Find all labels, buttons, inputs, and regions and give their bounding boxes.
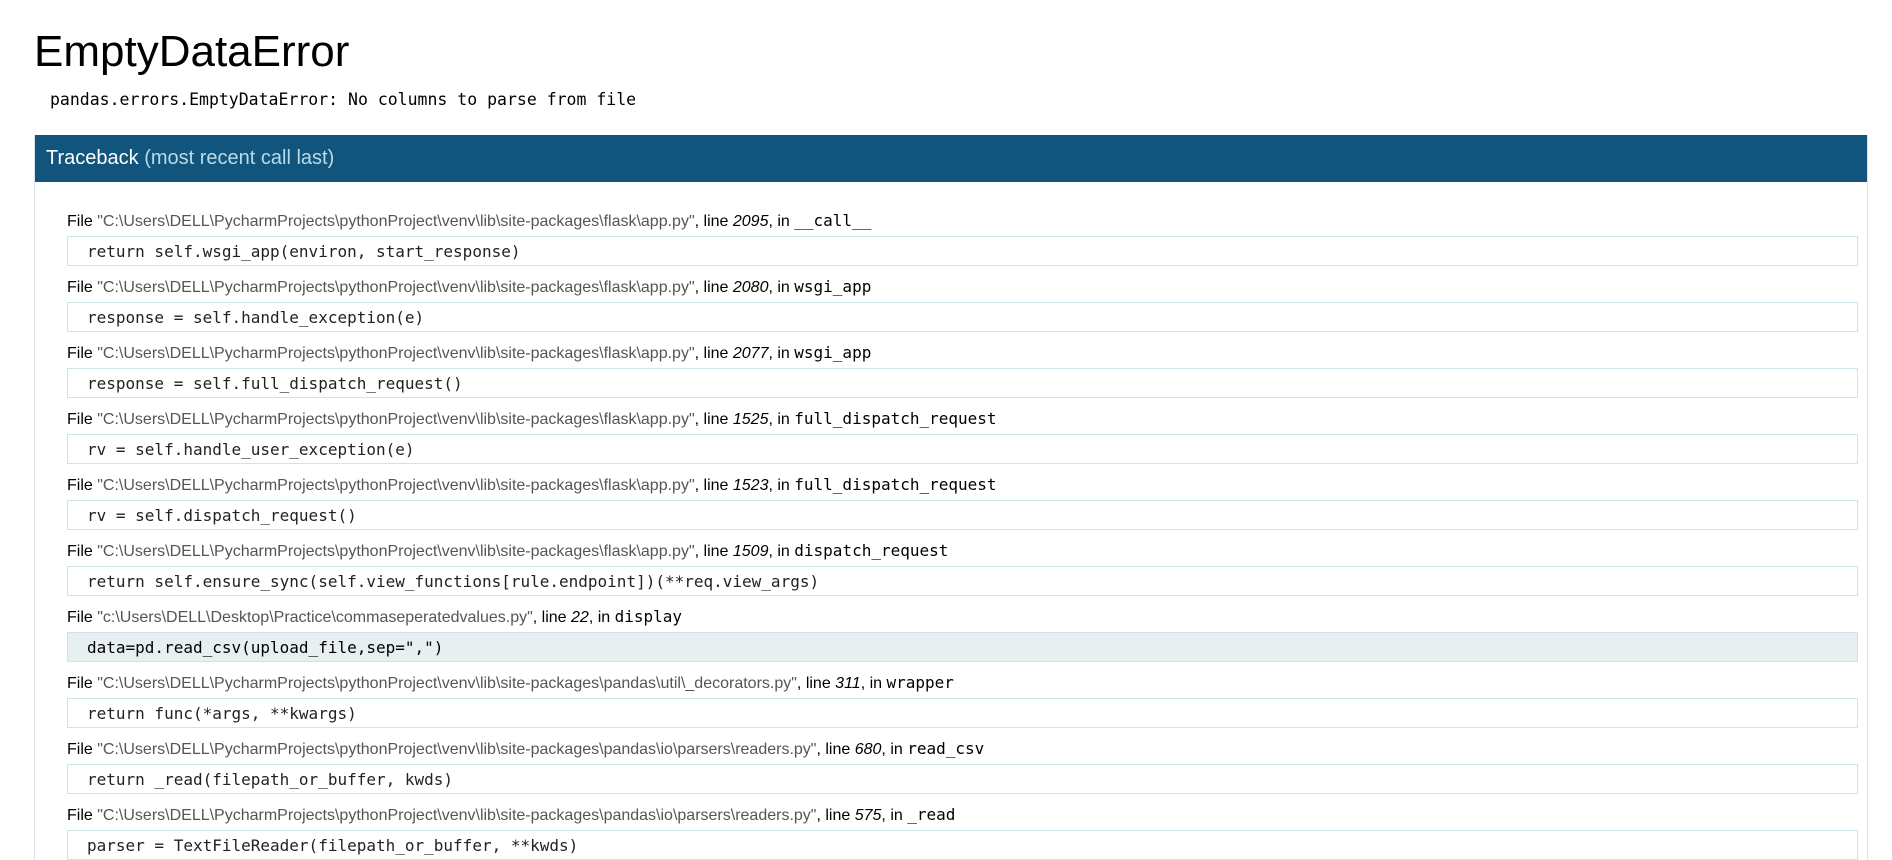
- frame-file-prefix: File: [67, 543, 98, 560]
- frame-source[interactable]: return self.wsgi_app(environ, start_resp…: [67, 236, 1858, 266]
- frame-line-label: , line: [694, 345, 733, 362]
- frame-file-prefix: File: [67, 345, 98, 362]
- frame-line-number: 1523: [732, 477, 769, 494]
- frame-file-path: "C:\Users\DELL\PycharmProjects\pythonPro…: [97, 279, 695, 296]
- frame-file-path: "C:\Users\DELL\PycharmProjects\pythonPro…: [97, 345, 695, 362]
- traceback-frame: File "C:\Users\DELL\PycharmProjects\pyth…: [67, 805, 1858, 860]
- frame-line-number: 1509: [732, 543, 769, 560]
- frame-file-path: "C:\Users\DELL\PycharmProjects\pythonPro…: [97, 741, 817, 758]
- frame-in-label: , in: [860, 675, 887, 692]
- frame-header: File "C:\Users\DELL\PycharmProjects\pyth…: [67, 739, 1855, 759]
- frame-line-number: 2077: [732, 345, 769, 362]
- frame-function-name: wsgi_app: [794, 343, 872, 362]
- frame-file-path: "C:\Users\DELL\PycharmProjects\pythonPro…: [97, 477, 695, 494]
- frame-line-number: 680: [854, 741, 882, 758]
- frame-source[interactable]: response = self.full_dispatch_request(): [67, 368, 1858, 398]
- traceback-frame: File "C:\Users\DELL\PycharmProjects\pyth…: [67, 409, 1858, 475]
- frame-file-path: "C:\Users\DELL\PycharmProjects\pythonPro…: [97, 543, 695, 560]
- traceback-frame: File "C:\Users\DELL\PycharmProjects\pyth…: [67, 343, 1858, 409]
- traceback-frame: File "C:\Users\DELL\PycharmProjects\pyth…: [67, 739, 1858, 805]
- frame-file-prefix: File: [67, 807, 98, 824]
- traceback-frames: File "C:\Users\DELL\PycharmProjects\pyth…: [35, 182, 1867, 860]
- frame-in-label: , in: [768, 213, 795, 230]
- traceback-header-sub: (most recent call last): [144, 147, 335, 169]
- traceback-header-label: Traceback: [46, 147, 139, 169]
- frame-in-label: , in: [881, 741, 908, 758]
- frame-file-path: "C:\Users\DELL\PycharmProjects\pythonPro…: [97, 675, 797, 692]
- frame-header: File "C:\Users\DELL\PycharmProjects\pyth…: [67, 277, 1855, 297]
- frame-header: File "C:\Users\DELL\PycharmProjects\pyth…: [67, 805, 1855, 825]
- frame-in-label: , in: [768, 345, 795, 362]
- frame-line-label: , line: [694, 477, 733, 494]
- frame-file-path: "c:\Users\DELL\Desktop\Practice\commasep…: [97, 609, 533, 626]
- page-title: EmptyDataError: [34, 27, 350, 76]
- frame-line-label: , line: [816, 807, 855, 824]
- debugger-page: EmptyDataError pandas.errors.EmptyDataEr…: [34, 0, 1868, 860]
- frame-in-label: , in: [768, 543, 795, 560]
- frame-in-label: , in: [768, 477, 795, 494]
- frame-function-name: __call__: [794, 211, 872, 230]
- traceback-header[interactable]: Traceback (most recent call last): [35, 135, 1867, 182]
- error-message: pandas.errors.EmptyDataError: No columns…: [50, 90, 637, 109]
- frame-in-label: , in: [768, 411, 795, 428]
- frame-line-label: , line: [694, 543, 733, 560]
- traceback-frame: File "c:\Users\DELL\Desktop\Practice\com…: [67, 607, 1858, 673]
- frame-file-path: "C:\Users\DELL\PycharmProjects\pythonPro…: [97, 213, 695, 230]
- frame-line-number: 575: [854, 807, 882, 824]
- frame-line-number: 2080: [732, 279, 769, 296]
- frame-header: File "C:\Users\DELL\PycharmProjects\pyth…: [67, 673, 1855, 693]
- frame-source[interactable]: response = self.handle_exception(e): [67, 302, 1858, 332]
- frame-file-prefix: File: [67, 477, 98, 494]
- frame-line-number: 2095: [732, 213, 769, 230]
- frame-header: File "C:\Users\DELL\PycharmProjects\pyth…: [67, 409, 1855, 429]
- frame-function-name: full_dispatch_request: [794, 409, 997, 428]
- frame-header: File "C:\Users\DELL\PycharmProjects\pyth…: [67, 475, 1855, 495]
- frame-line-number: 311: [835, 675, 861, 692]
- frame-file-prefix: File: [67, 411, 98, 428]
- traceback-frame: File "C:\Users\DELL\PycharmProjects\pyth…: [67, 541, 1858, 607]
- frame-function-name: dispatch_request: [794, 541, 949, 560]
- frame-function-name: full_dispatch_request: [794, 475, 997, 494]
- frame-line-label: , line: [694, 279, 733, 296]
- frame-line-label: , line: [694, 411, 733, 428]
- frame-source[interactable]: rv = self.handle_user_exception(e): [67, 434, 1858, 464]
- traceback-panel: Traceback (most recent call last) File "…: [34, 135, 1868, 860]
- frame-file-path: "C:\Users\DELL\PycharmProjects\pythonPro…: [97, 411, 695, 428]
- frame-file-prefix: File: [67, 675, 98, 692]
- frame-line-label: , line: [816, 741, 855, 758]
- frame-in-label: , in: [881, 807, 908, 824]
- frame-header: File "C:\Users\DELL\PycharmProjects\pyth…: [67, 541, 1855, 561]
- frame-function-name: wrapper: [886, 673, 954, 692]
- frame-file-prefix: File: [67, 741, 98, 758]
- traceback-frame: File "C:\Users\DELL\PycharmProjects\pyth…: [67, 475, 1858, 541]
- frame-source-current[interactable]: data=pd.read_csv(upload_file,sep=","): [67, 632, 1858, 662]
- frame-line-number: 22: [571, 609, 589, 626]
- frame-header: File "c:\Users\DELL\Desktop\Practice\com…: [67, 607, 1855, 627]
- frame-line-label: , line: [694, 213, 733, 230]
- frame-function-name: display: [614, 607, 683, 626]
- frame-line-label: , line: [532, 609, 572, 626]
- frame-line-label: , line: [796, 675, 836, 692]
- frame-function-name: _read: [907, 805, 956, 824]
- frame-source[interactable]: parser = TextFileReader(filepath_or_buff…: [67, 830, 1858, 860]
- traceback-frame: File "C:\Users\DELL\PycharmProjects\pyth…: [67, 277, 1858, 343]
- frame-header: File "C:\Users\DELL\PycharmProjects\pyth…: [67, 211, 1855, 231]
- traceback-frame: File "C:\Users\DELL\PycharmProjects\pyth…: [67, 673, 1858, 739]
- frame-function-name: wsgi_app: [794, 277, 872, 296]
- frame-file-prefix: File: [67, 279, 98, 296]
- frame-file-prefix: File: [67, 609, 98, 626]
- frame-in-label: , in: [588, 609, 615, 626]
- frame-function-name: read_csv: [907, 739, 985, 758]
- frame-source[interactable]: return self.ensure_sync(self.view_functi…: [67, 566, 1858, 596]
- frame-file-path: "C:\Users\DELL\PycharmProjects\pythonPro…: [97, 807, 817, 824]
- traceback-frame: File "C:\Users\DELL\PycharmProjects\pyth…: [67, 211, 1858, 277]
- frame-line-number: 1525: [732, 411, 769, 428]
- frame-header: File "C:\Users\DELL\PycharmProjects\pyth…: [67, 343, 1855, 363]
- frame-source[interactable]: rv = self.dispatch_request(): [67, 500, 1858, 530]
- frame-file-prefix: File: [67, 213, 98, 230]
- frame-in-label: , in: [768, 279, 795, 296]
- frame-source[interactable]: return func(*args, **kwargs): [67, 698, 1858, 728]
- frame-source[interactable]: return _read(filepath_or_buffer, kwds): [67, 764, 1858, 794]
